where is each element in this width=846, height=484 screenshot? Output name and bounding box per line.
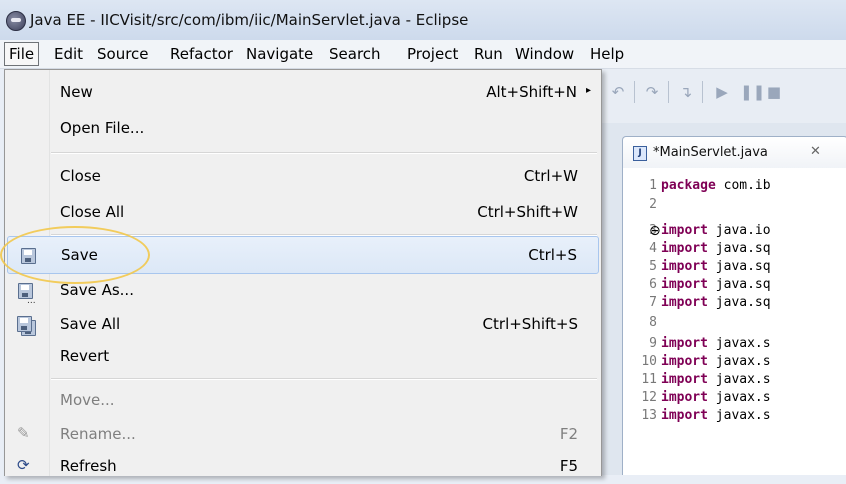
menu-help[interactable]: Help <box>590 45 624 63</box>
code-editor[interactable]: 1 package com.ib 2 3 import java.io 4 impor… <box>622 168 846 475</box>
eclipse-app-icon <box>6 11 26 31</box>
menu-item-label: Open File... <box>60 119 145 137</box>
code-line: 10 import javax.s <box>641 354 771 369</box>
toolbar: ↶ ↷ ↴ ▶ ❚❚ ■ <box>600 69 846 123</box>
code-line: 4 import java.sq <box>649 241 771 256</box>
menu-item-new[interactable]: New Alt+Shift+N ▸ <box>5 74 601 110</box>
menu-item-save-all[interactable]: Save All Ctrl+Shift+S <box>5 306 601 342</box>
menu-run[interactable]: Run <box>474 45 503 63</box>
menu-source[interactable]: Source <box>97 45 149 63</box>
menu-file[interactable]: File <box>4 42 40 66</box>
save-as-icon: ... <box>17 282 36 306</box>
menu-item-accelerator: Ctrl+W <box>523 167 578 185</box>
resume-icon[interactable]: ▶ <box>714 83 730 101</box>
menu-item-accelerator: Ctrl+Shift+W <box>477 203 578 221</box>
code-line: 9 import javax.s <box>649 336 771 351</box>
menu-item-close-all[interactable]: Close All Ctrl+Shift+W <box>5 194 601 230</box>
code-line: 7 import java.sq <box>649 295 771 310</box>
window-title-bar: Java EE - IICVisit/src/com/ibm/iic/MainS… <box>0 0 846 40</box>
menu-item-label: Revert <box>60 347 110 365</box>
rename-icon: ✎ <box>17 424 30 442</box>
code-line: 1 package com.ib <box>649 178 771 193</box>
menu-item-accelerator: F5 <box>559 457 578 475</box>
code-line: 12 import javax.s <box>641 390 771 405</box>
java-file-icon: J <box>633 146 647 161</box>
close-icon[interactable]: ✕ <box>810 144 821 159</box>
menu-item-accelerator: Ctrl+S <box>528 246 577 264</box>
toolbar-separator <box>668 81 669 103</box>
code-line: 3 import java.io <box>649 223 771 238</box>
code-line: 11 import javax.s <box>641 372 771 387</box>
menu-window[interactable]: Window <box>515 45 574 63</box>
save-all-icon <box>17 316 36 336</box>
menu-item-accelerator: Ctrl+Shift+S <box>482 315 578 333</box>
toolbar-separator <box>702 81 703 103</box>
menu-item-label: Refresh <box>60 457 117 475</box>
step-over-icon[interactable]: ↷ <box>644 83 660 101</box>
menu-item-close[interactable]: Close Ctrl+W <box>5 158 601 194</box>
step-return-icon[interactable]: ↴ <box>678 83 694 101</box>
editor-tab-mainservlet[interactable]: J *MainServlet.java ✕ <box>622 136 846 169</box>
menu-item-label: Move... <box>60 391 115 409</box>
back-icon[interactable]: ↶ <box>610 83 626 101</box>
menu-item-move: Move... <box>5 382 601 418</box>
menu-separator <box>51 153 597 154</box>
menu-item-refresh[interactable]: ⟳ Refresh F5 <box>5 448 601 484</box>
fold-collapse-icon[interactable]: ⊖ <box>649 223 661 239</box>
menu-item-label: Save All <box>60 315 121 333</box>
highlight-annotation-ring <box>0 226 150 284</box>
submenu-arrow-icon: ▸ <box>585 85 591 96</box>
menu-edit[interactable]: Edit <box>54 45 83 63</box>
menu-item-revert[interactable]: Revert <box>5 338 601 374</box>
terminate-icon[interactable]: ■ <box>766 83 782 101</box>
menu-item-label: Rename... <box>60 425 136 443</box>
suspend-icon[interactable]: ❚❚ <box>740 83 765 101</box>
code-line: 6 import java.sq <box>649 277 771 292</box>
menu-item-label: Close All <box>60 203 125 221</box>
menu-search[interactable]: Search <box>329 45 381 63</box>
code-line: 8 <box>649 315 657 330</box>
code-line: 2 <box>649 197 657 212</box>
menu-navigate[interactable]: Navigate <box>246 45 313 63</box>
menu-item-open-file[interactable]: Open File... <box>5 110 601 146</box>
menu-separator <box>51 379 597 380</box>
code-line: 13 import javax.s <box>641 408 771 423</box>
toolbar-separator <box>634 81 635 103</box>
window-title: Java EE - IICVisit/src/com/ibm/iic/MainS… <box>30 11 469 29</box>
editor-tab-label: *MainServlet.java <box>653 145 768 160</box>
menu-refactor[interactable]: Refactor <box>170 45 233 63</box>
menu-item-accelerator: Alt+Shift+N <box>486 83 577 101</box>
menu-item-accelerator: F2 <box>559 425 578 443</box>
menu-item-label: New <box>60 83 93 101</box>
menu-project[interactable]: Project <box>407 45 458 63</box>
menubar: File Edit Source Refactor Navigate Searc… <box>0 40 846 69</box>
refresh-icon: ⟳ <box>17 456 30 474</box>
code-line: 5 import java.sq <box>649 259 771 274</box>
menu-item-rename: ✎ Rename... F2 <box>5 416 601 452</box>
menu-item-label: Close <box>60 167 101 185</box>
